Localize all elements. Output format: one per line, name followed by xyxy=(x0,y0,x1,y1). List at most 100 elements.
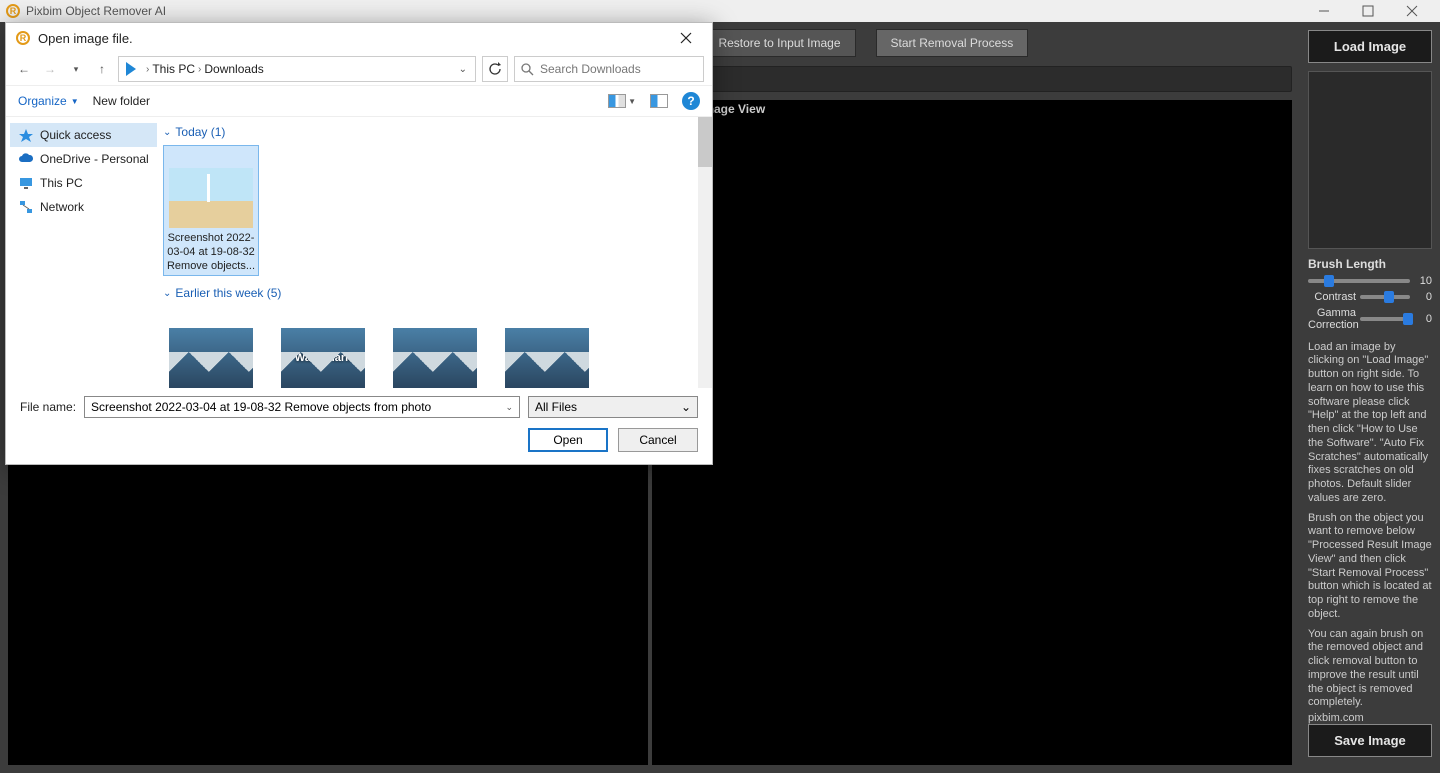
brush-length-slider-row: 10 xyxy=(1308,275,1432,287)
network-icon xyxy=(18,199,34,215)
filename-dropdown-icon[interactable]: ⌄ xyxy=(505,402,513,413)
search-icon xyxy=(521,63,534,76)
gamma-label: Gamma Correction xyxy=(1308,307,1356,331)
file-name-label: Screenshot 2022-03-04 at 19-08-32 Remove… xyxy=(166,232,256,273)
group-today[interactable]: ⌄ Today (1) xyxy=(163,125,704,139)
file-item[interactable]: Watermark xyxy=(275,306,371,388)
file-thumbnail xyxy=(505,328,589,388)
right-sidebar: Load Image Brush Length 10 Contrast 0 Ga… xyxy=(1300,22,1440,773)
watermark-label: Watermark xyxy=(281,328,365,388)
app-titlebar: R Pixbim Object Remover AI xyxy=(0,0,1440,22)
new-folder-button[interactable]: New folder xyxy=(93,94,150,108)
nav-back-button[interactable]: ← xyxy=(14,59,34,79)
start-removal-button[interactable]: Start Removal Process xyxy=(876,29,1029,57)
view-mode-button[interactable]: ▼ xyxy=(608,94,636,108)
image-preview-box xyxy=(1308,71,1432,249)
file-item[interactable] xyxy=(387,306,483,388)
nav-recent-dropdown[interactable]: ▾ xyxy=(66,59,86,79)
file-name-value: Screenshot 2022-03-04 at 19-08-32 Remove… xyxy=(91,400,431,414)
brush-length-value: 10 xyxy=(1414,275,1432,287)
file-thumbnail xyxy=(169,168,253,228)
help-icon[interactable]: ? xyxy=(682,92,700,110)
nav-up-button[interactable]: ↑ xyxy=(92,59,112,79)
tree-label: Quick access xyxy=(40,128,111,142)
contrast-value: 0 xyxy=(1414,291,1432,303)
dialog-nav-row: ← → ▾ ↑ › This PC › Downloads ⌄ Search D… xyxy=(6,53,712,85)
file-thumbnail xyxy=(393,328,477,388)
tree-network[interactable]: Network xyxy=(10,195,157,219)
pin-icon xyxy=(18,127,34,143)
brush-length-label: Brush Length xyxy=(1308,257,1432,271)
organize-chevron-icon: ▼ xyxy=(71,97,79,106)
contrast-slider[interactable] xyxy=(1360,295,1410,299)
minimize-button[interactable] xyxy=(1302,0,1346,22)
help-text-1: Load an image by clicking on "Load Image… xyxy=(1308,341,1432,506)
group-earlier[interactable]: ⌄ Earlier this week (5) xyxy=(163,286,704,300)
tree-onedrive[interactable]: OneDrive - Personal xyxy=(10,147,157,171)
dialog-close-button[interactable] xyxy=(670,26,702,50)
dialog-toolbar: Organize ▼ New folder ▼ ? xyxy=(6,85,712,117)
gamma-slider-row: Gamma Correction 0 xyxy=(1308,307,1432,331)
result-image-pane[interactable]: Result Image View xyxy=(652,100,1292,765)
gamma-slider[interactable] xyxy=(1360,317,1410,321)
file-type-filter[interactable]: All Files ⌄ xyxy=(528,396,698,418)
chevron-right-icon: › xyxy=(198,64,201,75)
path-seg-thispc[interactable]: This PC xyxy=(152,62,195,76)
pixbim-link[interactable]: pixbim.com xyxy=(1308,712,1432,724)
organize-menu[interactable]: Organize xyxy=(18,94,67,108)
brush-length-slider[interactable] xyxy=(1308,279,1410,283)
dialog-logo-icon: R xyxy=(16,31,30,45)
file-item[interactable] xyxy=(499,306,595,388)
chevron-down-icon: ⌄ xyxy=(163,288,171,299)
tree-quick-access[interactable]: Quick access xyxy=(10,123,157,147)
file-thumbnail xyxy=(169,328,253,388)
file-thumbnail: Watermark xyxy=(281,328,365,388)
app-logo-icon: R xyxy=(6,4,20,18)
contrast-label: Contrast xyxy=(1308,291,1356,303)
file-filter-value: All Files xyxy=(535,400,577,414)
load-image-button[interactable]: Load Image xyxy=(1308,30,1432,63)
file-list-scrollbar[interactable] xyxy=(698,117,712,388)
contrast-slider-row: Contrast 0 xyxy=(1308,291,1432,303)
cloud-icon xyxy=(18,151,34,167)
path-dropdown-icon[interactable]: ⌄ xyxy=(459,64,471,75)
open-file-dialog: R Open image file. ← → ▾ ↑ › This PC › D… xyxy=(5,22,713,465)
help-text-3: You can again brush on the removed objec… xyxy=(1308,628,1432,711)
tree-label: This PC xyxy=(40,176,83,190)
dialog-footer: File name: Screenshot 2022-03-04 at 19-0… xyxy=(6,388,712,464)
path-seg-downloads[interactable]: Downloads xyxy=(204,62,263,76)
refresh-button[interactable] xyxy=(482,56,508,82)
monitor-icon xyxy=(18,175,34,191)
tree-label: OneDrive - Personal xyxy=(40,152,149,166)
file-list-pane: ⌄ Today (1) Screenshot 2022-03-04 at 19-… xyxy=(161,117,712,388)
close-app-button[interactable] xyxy=(1390,0,1434,22)
pc-icon xyxy=(123,61,139,77)
cancel-button[interactable]: Cancel xyxy=(618,428,698,452)
help-text-2: Brush on the object you want to remove b… xyxy=(1308,512,1432,622)
chevron-down-icon: ⌄ xyxy=(163,127,171,138)
nav-tree: Quick access OneDrive - Personal This PC… xyxy=(6,117,161,388)
search-box[interactable]: Search Downloads xyxy=(514,56,704,82)
group-label: Earlier this week (5) xyxy=(175,286,281,300)
tree-label: Network xyxy=(40,200,84,214)
save-image-button[interactable]: Save Image xyxy=(1308,724,1432,757)
group-label: Today (1) xyxy=(175,125,225,139)
breadcrumb-path[interactable]: › This PC › Downloads ⌄ xyxy=(118,56,476,82)
dialog-body: Quick access OneDrive - Personal This PC… xyxy=(6,117,712,388)
filter-dropdown-icon[interactable]: ⌄ xyxy=(681,400,691,414)
chevron-right-icon: › xyxy=(146,64,149,75)
file-name-input[interactable]: Screenshot 2022-03-04 at 19-08-32 Remove… xyxy=(84,396,520,418)
tree-this-pc[interactable]: This PC xyxy=(10,171,157,195)
dialog-title: Open image file. xyxy=(38,31,133,46)
maximize-button[interactable] xyxy=(1346,0,1390,22)
gamma-value: 0 xyxy=(1414,313,1432,325)
file-item-selected[interactable]: Screenshot 2022-03-04 at 19-08-32 Remove… xyxy=(163,145,259,276)
preview-pane-button[interactable] xyxy=(650,94,668,108)
nav-forward-button[interactable]: → xyxy=(40,59,60,79)
search-placeholder: Search Downloads xyxy=(540,62,641,76)
dialog-titlebar: R Open image file. xyxy=(6,23,712,53)
file-item[interactable] xyxy=(163,306,259,388)
file-name-label: File name: xyxy=(20,400,76,414)
restore-button[interactable]: Restore to Input Image xyxy=(703,29,855,57)
open-button[interactable]: Open xyxy=(528,428,608,452)
